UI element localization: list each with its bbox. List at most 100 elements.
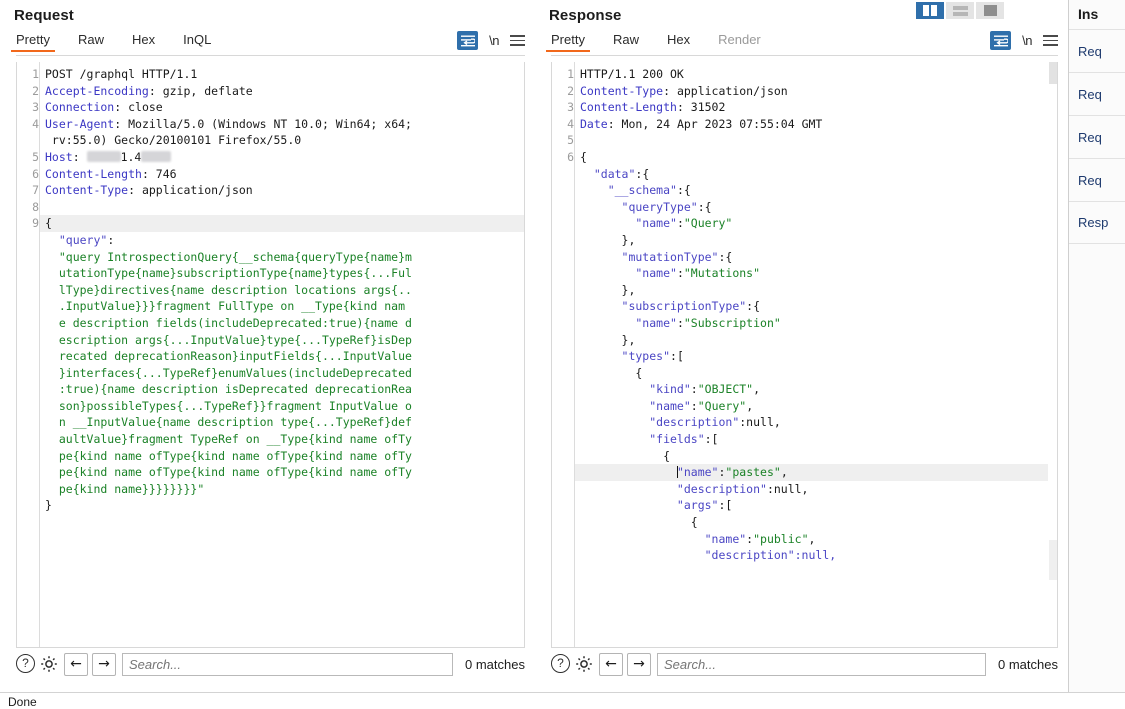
code-line[interactable]: { (40, 215, 524, 232)
code-line[interactable]: "name":"Query", (580, 398, 1057, 415)
settings-gear-icon[interactable] (39, 654, 60, 675)
code-line[interactable]: Date: Mon, 24 Apr 2023 07:55:04 GMT (580, 116, 1057, 133)
tab-request-hex[interactable]: Hex (132, 30, 155, 52)
tab-request-inql[interactable]: InQL (183, 30, 211, 52)
code-line[interactable]: "query IntrospectionQuery{__schema{query… (45, 249, 524, 266)
search-prev-button[interactable]: ← (599, 652, 623, 676)
code-line[interactable]: lType}directives{name description locati… (45, 282, 524, 299)
code-line[interactable]: }, (580, 282, 1057, 299)
code-line[interactable]: { (580, 514, 1057, 531)
code-line[interactable]: "description":null, (580, 414, 1057, 431)
tab-response-render[interactable]: Render (718, 30, 761, 52)
search-next-button[interactable]: → (627, 652, 651, 676)
tab-response-pretty[interactable]: Pretty (546, 30, 590, 52)
inspector-item-response-headers[interactable]: Resp (1069, 201, 1125, 244)
code-line[interactable]: }, (580, 332, 1057, 349)
code-line[interactable]: "args":[ (580, 497, 1057, 514)
request-match-count: 0 matches (465, 656, 525, 672)
code-line[interactable]: Connection: close (45, 99, 524, 116)
code-line[interactable]: }interfaces{...TypeRef}enumValues(includ… (45, 365, 524, 382)
code-line[interactable]: Content-Length: 746 (45, 166, 524, 183)
response-body-text[interactable]: HTTP/1.1 200 OK Content-Type: application… (574, 62, 1057, 647)
request-menu-icon[interactable] (510, 35, 525, 46)
code-token: "description" (580, 481, 767, 496)
code-line[interactable]: Content-Type: application/json (580, 83, 1057, 100)
code-line[interactable]: "description":null, (580, 481, 1057, 498)
code-line[interactable]: "__schema":{ (580, 182, 1057, 199)
code-line[interactable]: "name":"Subscription" (580, 315, 1057, 332)
code-line[interactable]: "name":"Query" (580, 215, 1057, 232)
tab-response-hex[interactable]: Hex (667, 30, 690, 52)
tabbed-layout-icon[interactable] (976, 2, 1004, 19)
code-line[interactable]: son}possibleTypes{...TypeRef}}fragment I… (45, 398, 524, 415)
code-line[interactable]: { (580, 149, 1057, 166)
inspector-item-request-headers[interactable]: Req (1069, 158, 1125, 201)
code-line[interactable]: rv:55.0) Gecko/20100101 Firefox/55.0 (45, 132, 524, 149)
code-line[interactable]: Accept-Encoding: gzip, deflate (45, 83, 524, 100)
code-line[interactable] (580, 132, 1057, 149)
response-menu-icon[interactable] (1043, 35, 1058, 46)
code-line[interactable]: } (45, 497, 524, 514)
code-line[interactable]: POST /graphql HTTP/1.1 (45, 66, 524, 83)
tab-request-raw[interactable]: Raw (78, 30, 104, 52)
request-body-text[interactable]: POST /graphql HTTP/1.1 Accept-Encoding: g… (39, 62, 524, 647)
code-line[interactable]: pe{kind name ofType{kind name ofType{kin… (45, 464, 524, 481)
code-line[interactable]: n __InputValue{name description type{...… (45, 414, 524, 431)
tab-request-pretty[interactable]: Pretty (11, 30, 55, 52)
newline-toggle-icon[interactable]: \n (1022, 33, 1032, 48)
code-line[interactable]: { (580, 365, 1057, 382)
code-line[interactable]: "mutationType":{ (580, 249, 1057, 266)
line-number (552, 365, 574, 382)
code-line[interactable]: Content-Length: 31502 (580, 99, 1057, 116)
inspector-item-request-query-params[interactable]: Req (1069, 72, 1125, 115)
search-prev-button[interactable]: ← (64, 652, 88, 676)
code-line[interactable]: "fields":[ (580, 431, 1057, 448)
response-vertical-scrollbar[interactable] (1048, 62, 1057, 647)
help-icon[interactable]: ? (551, 653, 572, 675)
code-line[interactable]: Host: 1.4 (45, 149, 524, 166)
request-editor[interactable]: 1234 56789 POST /graphql HTTP/1.1 Accept-… (16, 62, 525, 648)
code-line[interactable]: utationType{name}subscriptionType{name}t… (45, 265, 524, 282)
burp-request-response-viewer: Request Pretty Raw Hex InQL \n 1 2 3 4 5… (0, 0, 1125, 709)
code-line[interactable]: "kind":"OBJECT", (580, 381, 1057, 398)
request-search-input[interactable] (122, 652, 454, 676)
code-line[interactable]: pe{kind name}}}}}}}}" (45, 481, 524, 498)
code-line[interactable]: "queryType":{ (580, 199, 1057, 216)
code-line[interactable]: "name":"Mutations" (580, 265, 1057, 282)
code-line[interactable]: { (580, 448, 1057, 465)
code-line[interactable]: "name":"pastes", (575, 464, 1057, 481)
code-line[interactable]: e description fields(includeDeprecated:t… (45, 315, 524, 332)
side-by-side-layout-icon[interactable] (916, 2, 944, 19)
stacked-layout-icon[interactable] (946, 2, 974, 19)
scrollbar-thumb[interactable] (1049, 62, 1057, 84)
code-line[interactable]: pe{kind name ofType{kind name ofType{kin… (45, 448, 524, 465)
code-line[interactable] (45, 199, 524, 216)
code-line[interactable]: "description":null, (580, 547, 1057, 564)
code-line[interactable]: :true){name description isDeprecated dep… (45, 381, 524, 398)
tab-response-raw[interactable]: Raw (613, 30, 639, 52)
response-search-input[interactable] (657, 652, 987, 676)
code-line[interactable]: escription args{...InputValue}type{...Ty… (45, 332, 524, 349)
code-line[interactable]: recated deprecationReason}inputFields{..… (45, 348, 524, 365)
response-editor[interactable]: 123456 HTTP/1.1 200 OK Content-Type: appl… (551, 62, 1058, 648)
word-wrap-icon[interactable] (990, 31, 1012, 50)
code-line[interactable]: aultValue}fragment TypeRef on __Type{kin… (45, 431, 524, 448)
newline-toggle-icon[interactable]: \n (489, 33, 499, 48)
code-line[interactable]: "data":{ (580, 166, 1057, 183)
code-line[interactable]: HTTP/1.1 200 OK (580, 66, 1057, 83)
code-line[interactable]: "query": (45, 232, 524, 249)
inspector-item-request-body-params[interactable]: Req (1069, 115, 1125, 158)
help-icon[interactable]: ? (16, 653, 37, 675)
code-line[interactable]: .InputValue}}}fragment FullType on __Typ… (45, 298, 524, 315)
word-wrap-icon[interactable] (457, 31, 479, 50)
code-token: :[ (670, 349, 684, 364)
code-line[interactable]: "types":[ (580, 348, 1057, 365)
search-next-button[interactable]: → (92, 652, 116, 676)
code-line[interactable]: Content-Type: application/json (45, 182, 524, 199)
code-line[interactable]: User-Agent: Mozilla/5.0 (Windows NT 10.0… (45, 116, 524, 133)
inspector-item-request-attributes[interactable]: Req (1069, 29, 1125, 72)
code-line[interactable]: }, (580, 232, 1057, 249)
code-line[interactable]: "subscriptionType":{ (580, 298, 1057, 315)
code-line[interactable]: "name":"public", (580, 531, 1057, 548)
settings-gear-icon[interactable] (574, 654, 595, 675)
